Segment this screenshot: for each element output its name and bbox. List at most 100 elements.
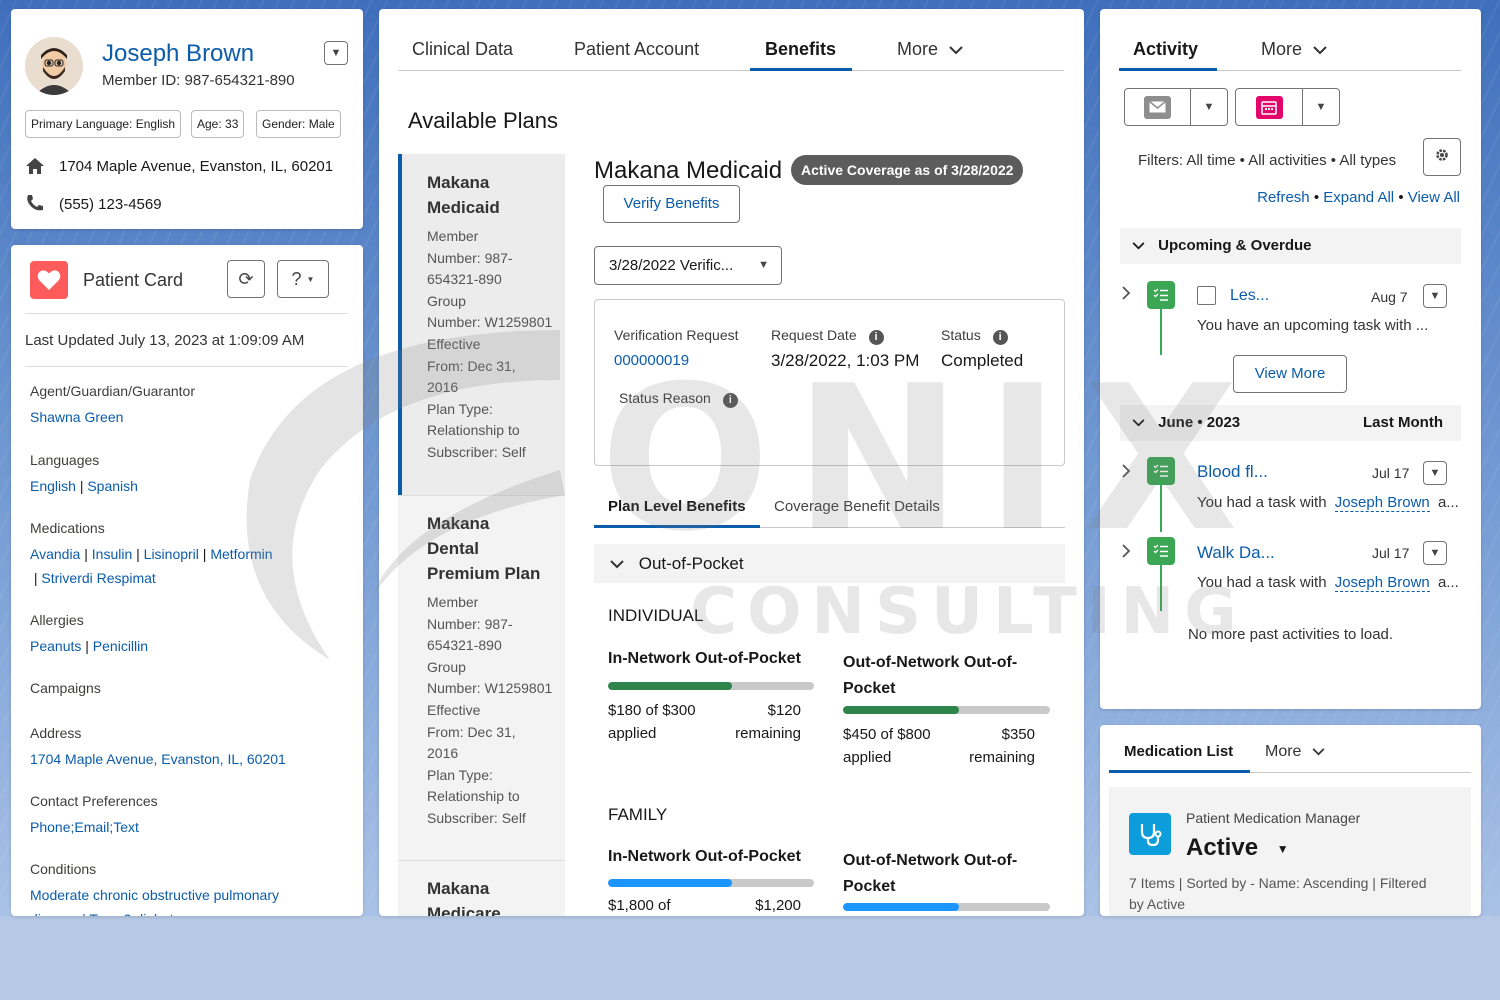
condition-link[interactable]: disease | Type 2 diabetes — [30, 907, 350, 916]
june-2023-header[interactable]: June • 2023 Last Month — [1120, 405, 1461, 441]
contact-link[interactable]: Phone;Email;Text — [30, 819, 139, 835]
past-task-title[interactable]: Blood fl... — [1197, 462, 1268, 482]
patient-name[interactable]: Joseph Brown — [102, 40, 254, 68]
medication-link[interactable]: Insulin — [92, 546, 132, 562]
caret-down-icon: ▼ — [1203, 101, 1215, 113]
chevron-down-icon — [1313, 39, 1327, 60]
past-task-menu[interactable]: ▼ — [1423, 461, 1447, 485]
chevron-right-icon[interactable] — [1122, 464, 1131, 483]
plan-name: Medicaid — [427, 198, 500, 217]
past-task-desc: You had a task with Joseph Brown a... — [1197, 574, 1459, 592]
list-view-selector[interactable]: Active ▼ — [1186, 834, 1289, 862]
person-link[interactable]: Joseph Brown — [1334, 494, 1430, 512]
tab-medication-list[interactable]: Medication List — [1124, 743, 1233, 760]
upcoming-task-menu[interactable]: ▼ — [1423, 284, 1447, 308]
fam-in-remaining: $1,200 — [755, 897, 801, 914]
plan-item-dental[interactable]: Makana Dental Premium Plan Member Number… — [398, 496, 565, 860]
verification-select-value: 3/28/2022 Verific... — [609, 257, 734, 274]
fam-in-network-progress — [608, 879, 814, 887]
medication-link[interactable]: Metformin — [210, 546, 272, 562]
out-of-pocket-section-header[interactable]: Out-of-Pocket — [594, 544, 1065, 583]
past-task-title[interactable]: Walk Da... — [1197, 543, 1275, 563]
person-link[interactable]: Joseph Brown — [1334, 574, 1430, 592]
refresh-button[interactable]: ⟳ — [227, 260, 265, 298]
individual-heading: INDIVIDUAL — [608, 606, 704, 625]
view-more-button[interactable]: View More — [1233, 355, 1347, 393]
campaigns-label: Campaigns — [30, 680, 101, 696]
patient-card-title: Patient Card — [83, 270, 184, 290]
plan-name: Makana — [427, 173, 490, 192]
upcoming-overdue-header[interactable]: Upcoming & Overdue — [1120, 228, 1461, 264]
chevron-down-icon — [610, 544, 624, 583]
tab-patient-account[interactable]: Patient Account — [574, 39, 699, 60]
tab-more[interactable]: More — [1261, 39, 1327, 60]
event-action-group: ▼ — [1235, 88, 1340, 126]
verification-request-label: Verification Request — [614, 327, 739, 343]
expand-all-link[interactable]: Expand All — [1323, 189, 1394, 206]
task-icon — [1147, 537, 1175, 565]
tab-more[interactable]: More — [1265, 743, 1325, 761]
benefit-subtab-bar: Plan Level Benefits Coverage Benefit Det… — [594, 489, 1065, 528]
verification-select[interactable]: 3/28/2022 Verific... ▼ — [594, 246, 782, 285]
language-link[interactable]: Spanish — [87, 478, 138, 494]
age-pill: Age: 33 — [191, 110, 245, 138]
condition-link[interactable]: Moderate chronic obstructive pulmonary — [30, 883, 350, 907]
calendar-icon — [1255, 95, 1283, 119]
profile-phone: (555) 123-4569 — [59, 196, 162, 213]
task-checkbox[interactable] — [1197, 286, 1216, 305]
medication-manager-label: Patient Medication Manager — [1186, 810, 1361, 826]
tab-plan-level-benefits[interactable]: Plan Level Benefits — [608, 498, 746, 515]
ind-in-remaining: $120 remaining — [735, 702, 801, 742]
divider — [25, 313, 348, 314]
view-all-link[interactable]: View All — [1408, 189, 1460, 206]
ind-in-applied: $180 of $300 applied — [608, 702, 696, 742]
allergy-link[interactable]: Peanuts — [30, 638, 81, 654]
past-task-date: Jul 17 — [1372, 465, 1410, 481]
upcoming-task-title[interactable]: Les... — [1230, 287, 1269, 305]
address-link[interactable]: 1704 Maple Avenue, Evanston, IL, 60201 — [30, 751, 286, 767]
fam-out-network-title: Out-of-Network Out-of- Pocket — [843, 852, 1018, 895]
campaigns-field: Campaigns — [30, 680, 101, 702]
tab-activity[interactable]: Activity — [1133, 39, 1198, 60]
past-task-menu[interactable]: ▼ — [1423, 541, 1447, 565]
medication-link[interactable]: Striverdi Respimat — [41, 570, 155, 586]
home-icon — [25, 157, 45, 180]
task-icon — [1147, 281, 1175, 309]
verification-request-link[interactable]: 000000019 — [614, 352, 689, 369]
language-link[interactable]: English — [30, 478, 76, 494]
tab-clinical-data[interactable]: Clinical Data — [412, 39, 513, 60]
profile-menu-button[interactable]: ▼ — [324, 41, 348, 65]
filter-settings-button[interactable] — [1423, 138, 1461, 176]
verify-benefits-button[interactable]: Verify Benefits — [603, 185, 740, 223]
medication-link[interactable]: Lisinopril — [144, 546, 199, 562]
event-action-dropdown[interactable]: ▼ — [1303, 89, 1339, 125]
medication-link[interactable]: Avandia — [30, 546, 80, 562]
status-label: Status i — [941, 327, 1008, 345]
help-menu-button[interactable]: ? ▼ — [277, 260, 329, 298]
ind-in-network-title: In-Network Out-of-Pocket — [608, 650, 801, 667]
tab-more[interactable]: More — [897, 39, 963, 60]
info-icon: i — [992, 330, 1008, 345]
guardian-link[interactable]: Shawna Green — [30, 409, 123, 425]
divider — [25, 366, 348, 367]
plan-item-medicare[interactable]: Makana Medicare — [398, 861, 565, 916]
allergy-link[interactable]: Penicillin — [93, 638, 148, 654]
chevron-down-icon: ▼ — [306, 274, 315, 284]
fam-in-applied: $1,800 of — [608, 897, 671, 914]
ind-out-applied: $450 of $800 applied — [843, 726, 931, 766]
event-action-button[interactable] — [1236, 89, 1303, 125]
patient-card-panel: Patient Card ⟳ ? ▼ Last Updated July 13,… — [11, 245, 363, 916]
refresh-link[interactable]: Refresh — [1257, 189, 1310, 206]
allergies-field: Allergies Peanuts | Penicillin — [30, 612, 149, 654]
email-action-dropdown[interactable]: ▼ — [1191, 89, 1227, 125]
phone-icon — [25, 194, 45, 217]
tab-benefits[interactable]: Benefits — [765, 39, 836, 60]
timeline-line — [1160, 309, 1162, 355]
chevron-right-icon[interactable] — [1122, 544, 1131, 563]
plan-item-medicaid[interactable]: Makana Medicaid Member Number: 987- 6543… — [398, 154, 565, 495]
email-action-button[interactable] — [1125, 89, 1191, 125]
chevron-right-icon[interactable] — [1122, 286, 1131, 305]
ind-in-network-progress — [608, 682, 814, 690]
guardian-label: Agent/Guardian/Guarantor — [30, 383, 195, 399]
tab-coverage-benefit-details[interactable]: Coverage Benefit Details — [774, 498, 940, 515]
